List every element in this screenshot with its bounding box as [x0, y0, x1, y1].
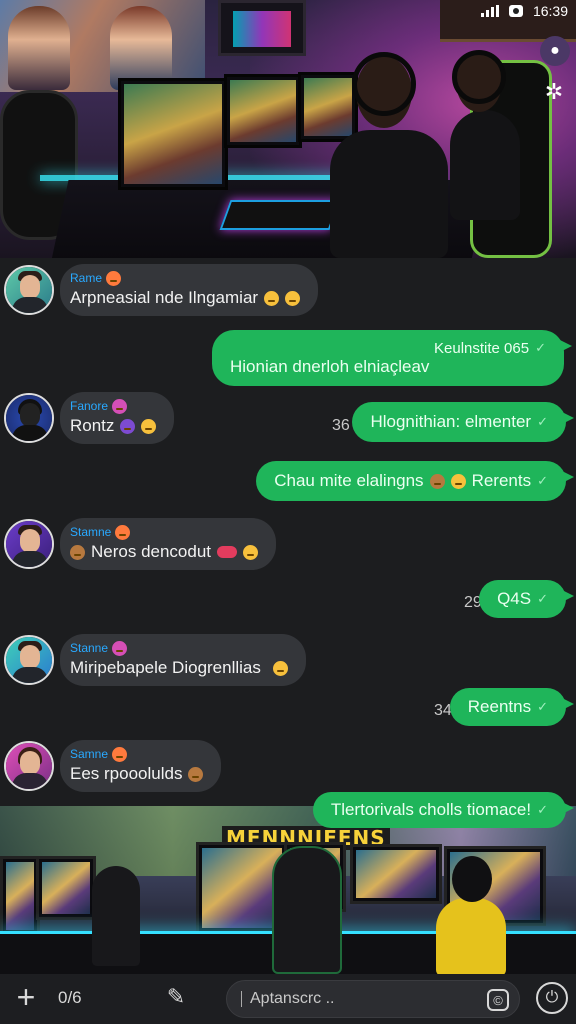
monitor-left-2 [36, 856, 96, 920]
outgoing-message[interactable]: Reentns ✓ [449, 688, 575, 726]
face-emoji-icon [188, 766, 204, 782]
footer-photo: MENNNIEENS [0, 806, 576, 974]
outgoing-message[interactable]: Q4S ✓ [479, 580, 574, 618]
face-emoji-icon [70, 544, 85, 560]
message-bubble[interactable]: Samne Ees rpooolulds [60, 740, 222, 792]
chat-thread[interactable]: Rame Arpneasial nde Ilngamiar Keulnstite… [0, 258, 576, 806]
checkmark-icon: ✓ [537, 473, 548, 488]
pin-icon[interactable]: ● [540, 36, 570, 66]
monitor-left [0, 856, 40, 936]
checkmark-icon: ✓ [537, 699, 548, 714]
message-text: Arpneasial nde Ilngamiar [70, 288, 259, 307]
microphone-icon[interactable]: ⏻ [536, 982, 568, 1014]
composer-bar: + 0/6 ✎ Aptanscrc .. © ⏻ [0, 974, 576, 1024]
avatar[interactable] [4, 519, 54, 569]
sender-name: Stamne [70, 525, 112, 539]
message-text: Q4S [497, 589, 532, 608]
avatar[interactable] [4, 635, 54, 685]
sender-name: Rame [70, 271, 103, 285]
keyboard [219, 200, 341, 230]
gamer-left [92, 866, 140, 966]
checkmark-icon: ✓ [537, 802, 548, 817]
gamer-2-headset [452, 50, 506, 104]
checkmark-icon: ✓ [535, 340, 546, 355]
incoming-message: Samne Ees rpooolulds [4, 740, 222, 792]
message-bubble[interactable]: Rame Arpneasial nde Ilngamiar [60, 264, 319, 316]
smile-emoji-icon [285, 290, 301, 306]
message-text: Tlertorivals cholls tiomace! [330, 800, 532, 819]
angry-emoji-icon [115, 524, 131, 540]
face-emoji-icon [429, 473, 445, 489]
message-text: Hlognithian: elmenter [370, 412, 532, 431]
smile-emoji-icon [450, 473, 466, 489]
status-time: 16:39 [532, 3, 568, 19]
sparkle-emoji-icon [120, 418, 136, 434]
message-text: Miripebapele Diogrenllias [70, 658, 261, 677]
message-text: Keulnstite 065 [434, 339, 530, 357]
signal-icon [480, 5, 499, 17]
checkmark-icon: ✓ [537, 414, 548, 429]
incoming-message: Stanne Miripebapele Diogrenllias [4, 634, 306, 686]
add-attachment-button[interactable]: + [10, 981, 42, 1014]
poster-character-left [8, 6, 70, 90]
angry-emoji-icon [112, 746, 128, 762]
outgoing-message[interactable]: Chau mite elalingns Rerents ✓ [256, 461, 574, 501]
character-counter: 0/6 [58, 988, 82, 1007]
outgoing-message[interactable]: Hlognithian: elmenter ✓ [352, 402, 574, 442]
devil-emoji-icon [112, 398, 128, 414]
gamer-right [436, 898, 506, 974]
gamer-right-head [452, 856, 492, 902]
gamer-center [272, 846, 342, 974]
camera-icon [508, 5, 523, 17]
message-text: Chau mite elalingns [274, 471, 424, 490]
gear-icon[interactable]: ✲ [538, 76, 570, 108]
message-text: Hionian dnerloh elniaçleav [230, 356, 430, 376]
wall-frame [218, 0, 306, 56]
monitor-3 [298, 72, 358, 142]
text-caret [241, 991, 242, 1007]
paperclip-icon[interactable]: ✎ [162, 984, 190, 1012]
outgoing-message[interactable]: Tlertorivals cholls tiomace! ✓ [312, 792, 575, 828]
message-text: Ees rpooolulds [70, 764, 183, 783]
monitor-center-3 [350, 844, 442, 904]
checkmark-icon: ✓ [537, 591, 548, 606]
message-text: Rerents [471, 471, 532, 490]
message-bubble[interactable]: Stamne Neros dencodut [60, 518, 277, 570]
message-input[interactable]: Aptanscrc .. © [226, 980, 520, 1018]
lips-emoji-icon [217, 546, 238, 558]
status-bar: 16:39 [480, 0, 568, 22]
outgoing-message[interactable]: Keulnstite 065 ✓ Hionian dnerloh elniaçle… [212, 330, 572, 386]
incoming-message: Rame Arpneasial nde Ilngamiar [4, 264, 319, 316]
avatar[interactable] [4, 265, 54, 315]
smile-emoji-icon [264, 290, 280, 306]
sender-name: Stanne [70, 641, 109, 655]
sender-name: Fanore [70, 399, 109, 413]
monitor-1 [118, 78, 228, 190]
header-photo: 16:39 ● ✲ [0, 0, 576, 258]
message-text: Reentns [467, 697, 532, 716]
avatar[interactable] [4, 393, 54, 443]
devil-emoji-icon [112, 640, 128, 656]
message-bubble[interactable]: Fanore Rontz [60, 392, 175, 444]
message-counter: 36 [332, 417, 350, 434]
monitor-2 [224, 74, 302, 148]
smile-emoji-icon [272, 660, 288, 676]
message-text: Neros dencodut [91, 542, 212, 561]
gamer-1-headset [352, 52, 416, 116]
gamer-2 [450, 110, 520, 220]
smile-emoji-icon [141, 418, 157, 434]
angry-emoji-icon [106, 270, 122, 286]
message-input-placeholder: Aptanscrc .. [250, 990, 335, 1007]
incoming-message: Fanore Rontz [4, 392, 175, 444]
message-bubble[interactable]: Stanne Miripebapele Diogrenllias [60, 634, 306, 686]
sender-name: Samne [70, 747, 109, 761]
sticker-icon[interactable]: © [487, 989, 509, 1011]
gamer-1 [330, 130, 448, 258]
message-text: Rontz [70, 416, 115, 435]
avatar[interactable] [4, 741, 54, 791]
incoming-message: Stamne Neros dencodut [4, 518, 277, 570]
smile-emoji-icon [243, 544, 259, 560]
